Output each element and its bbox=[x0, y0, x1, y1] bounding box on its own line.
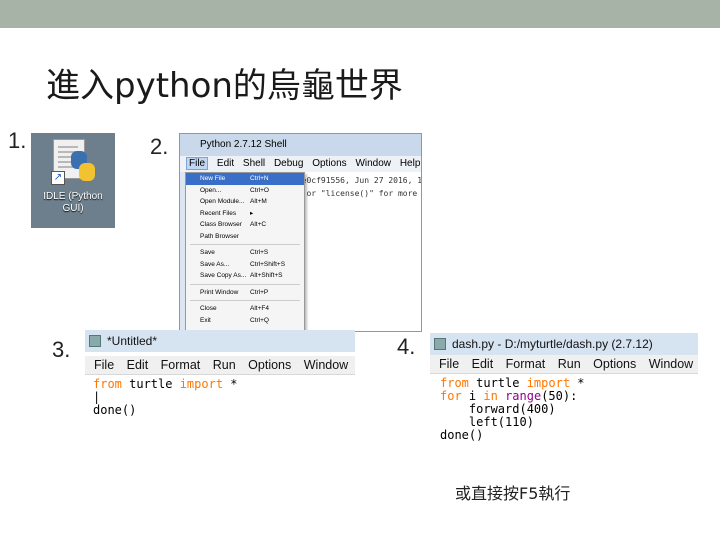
menu-options[interactable]: Options bbox=[593, 357, 636, 371]
menu-item-shortcut: Alt+M bbox=[250, 198, 267, 205]
menu-item-shortcut: ▸ bbox=[250, 209, 254, 217]
untitled-editor-window: *Untitled* File Edit Format Run Options … bbox=[85, 330, 355, 525]
f5-run-note: 或直接按F5執行 bbox=[455, 484, 571, 503]
menu-item-label: Exit bbox=[200, 316, 211, 324]
menu-item-label: Recent Files bbox=[200, 209, 237, 217]
dash-code-area[interactable]: from turtle import * for i in range(50): … bbox=[440, 377, 585, 442]
shell-title-bar: Python 2.7.12 Shell bbox=[180, 134, 421, 156]
file-menu-item[interactable]: Path Browser bbox=[186, 231, 304, 243]
menu-separator bbox=[190, 283, 300, 285]
menu-item-label: Print Window bbox=[200, 288, 239, 296]
step-1-label: 1. bbox=[8, 128, 27, 153]
python-logo-yellow-icon bbox=[79, 163, 95, 181]
file-menu-item[interactable]: Close Alt+F4 bbox=[186, 303, 304, 315]
menu-edit[interactable]: Edit bbox=[472, 357, 494, 371]
menu-options[interactable]: Options bbox=[312, 158, 346, 169]
menu-edit[interactable]: Edit bbox=[127, 358, 149, 372]
slide-title: 進入python的烏龜世界 bbox=[46, 66, 403, 106]
untitled-title-bar: *Untitled* bbox=[85, 330, 355, 352]
untitled-code-area[interactable]: from turtle import * | done() bbox=[93, 378, 238, 417]
menu-item-label: Save As... bbox=[200, 260, 230, 268]
menu-item-shortcut: Alt+C bbox=[250, 221, 267, 228]
code-line: done() bbox=[93, 403, 137, 417]
menu-item-label: New File bbox=[200, 175, 226, 182]
dash-title-bar: dash.py - D:/myturtle/dash.py (2.7.12) bbox=[430, 333, 698, 355]
menu-item-label: Open Module... bbox=[200, 198, 245, 205]
menu-run[interactable]: Run bbox=[558, 357, 581, 371]
menu-options[interactable]: Options bbox=[248, 358, 291, 372]
menu-file[interactable]: File bbox=[94, 358, 114, 372]
untitled-menu-bar: File Edit Format Run Options Window He bbox=[85, 356, 355, 375]
menu-item-shortcut: Ctrl+O bbox=[250, 186, 269, 194]
code-line: done() bbox=[440, 428, 484, 442]
python-shell-window: Python 2.7.12 Shell File Edit Shell Debu… bbox=[179, 133, 422, 332]
menu-item-shortcut: Ctrl+Q bbox=[250, 316, 269, 324]
dash-editor-window: dash.py - D:/myturtle/dash.py (2.7.12) F… bbox=[430, 333, 698, 458]
shortcut-arrow-icon: ↗ bbox=[51, 171, 65, 185]
idle-desktop-shortcut[interactable]: ↗ IDLE (Python GUI) bbox=[31, 133, 115, 228]
menu-item-shortcut: Ctrl+N bbox=[250, 175, 269, 182]
menu-debug[interactable]: Debug bbox=[274, 158, 303, 169]
menu-window[interactable]: Window bbox=[304, 358, 348, 372]
menu-file[interactable]: File bbox=[186, 157, 209, 170]
file-menu-item[interactable]: Open Module... Alt+M bbox=[186, 196, 304, 208]
file-menu-item[interactable]: Open... Ctrl+O bbox=[186, 185, 304, 197]
menu-item-label: Path Browser bbox=[200, 232, 240, 240]
menu-item-shortcut: Ctrl+P bbox=[250, 288, 269, 296]
menu-item-label: Close bbox=[200, 305, 217, 312]
shell-line: 13e0cf91556, Jun 27 2016, 1 bbox=[292, 176, 422, 185]
menu-help[interactable]: Help bbox=[400, 158, 421, 169]
menu-item-shortcut: Ctrl+Shift+S bbox=[250, 260, 286, 268]
file-menu-item[interactable]: Exit Ctrl+Q bbox=[186, 315, 304, 327]
desktop-icon-label: IDLE (Python GUI) bbox=[43, 191, 103, 214]
file-menu-item[interactable]: Recent Files ▸ bbox=[186, 208, 304, 220]
dash-menu-bar: File Edit Format Run Options Window H bbox=[430, 355, 698, 374]
menu-item-label: Save Copy As... bbox=[200, 272, 247, 279]
top-decor-bar bbox=[0, 0, 720, 28]
menu-item-shortcut: Alt+Shift+S bbox=[250, 272, 283, 279]
menu-item-label: Open... bbox=[200, 186, 222, 194]
file-menu-item[interactable]: Save As... Ctrl+Shift+S bbox=[186, 259, 304, 271]
menu-run[interactable]: Run bbox=[213, 358, 236, 372]
menu-edit[interactable]: Edit bbox=[217, 158, 234, 169]
menu-item-label: Save bbox=[200, 249, 215, 256]
file-menu-item[interactable]: Save Copy As... Alt+Shift+S bbox=[186, 270, 304, 282]
menu-format[interactable]: Format bbox=[506, 357, 546, 371]
shell-output[interactable]: 13e0cf91556, Jun 27 2016, 1 s" or "licen… bbox=[288, 172, 421, 331]
file-menu-item[interactable]: Save Ctrl+S bbox=[186, 247, 304, 259]
file-menu-item[interactable]: Class Browser Alt+C bbox=[186, 219, 304, 231]
menu-separator bbox=[190, 300, 300, 301]
file-menu-item[interactable]: New File Ctrl+N bbox=[186, 173, 304, 185]
idle-window-icon bbox=[434, 338, 446, 350]
idle-window-icon bbox=[89, 335, 101, 347]
shell-line: s" or "license()" for more bbox=[292, 189, 418, 198]
menu-file[interactable]: File bbox=[439, 357, 459, 371]
shell-menu-bar: File Edit Shell Debug Options Window Hel… bbox=[180, 156, 421, 172]
menu-shell[interactable]: Shell bbox=[243, 158, 265, 169]
menu-item-label: Class Browser bbox=[200, 221, 242, 228]
menu-separator bbox=[190, 244, 300, 245]
step-2-label: 2. bbox=[150, 134, 169, 159]
code-line: from turtle import * bbox=[93, 377, 238, 391]
step-3-label: 3. bbox=[52, 337, 71, 362]
step-4-label: 4. bbox=[397, 334, 416, 359]
menu-format[interactable]: Format bbox=[161, 358, 201, 372]
menu-window[interactable]: Window bbox=[649, 357, 693, 371]
menu-item-shortcut: Ctrl+S bbox=[250, 249, 269, 256]
menu-item-shortcut: Alt+F4 bbox=[250, 305, 269, 312]
menu-window[interactable]: Window bbox=[355, 158, 391, 169]
file-menu-item[interactable]: Print Window Ctrl+P bbox=[186, 287, 304, 299]
file-dropdown-menu: New File Ctrl+N Open... Ctrl+O Open Module..… bbox=[185, 172, 305, 331]
